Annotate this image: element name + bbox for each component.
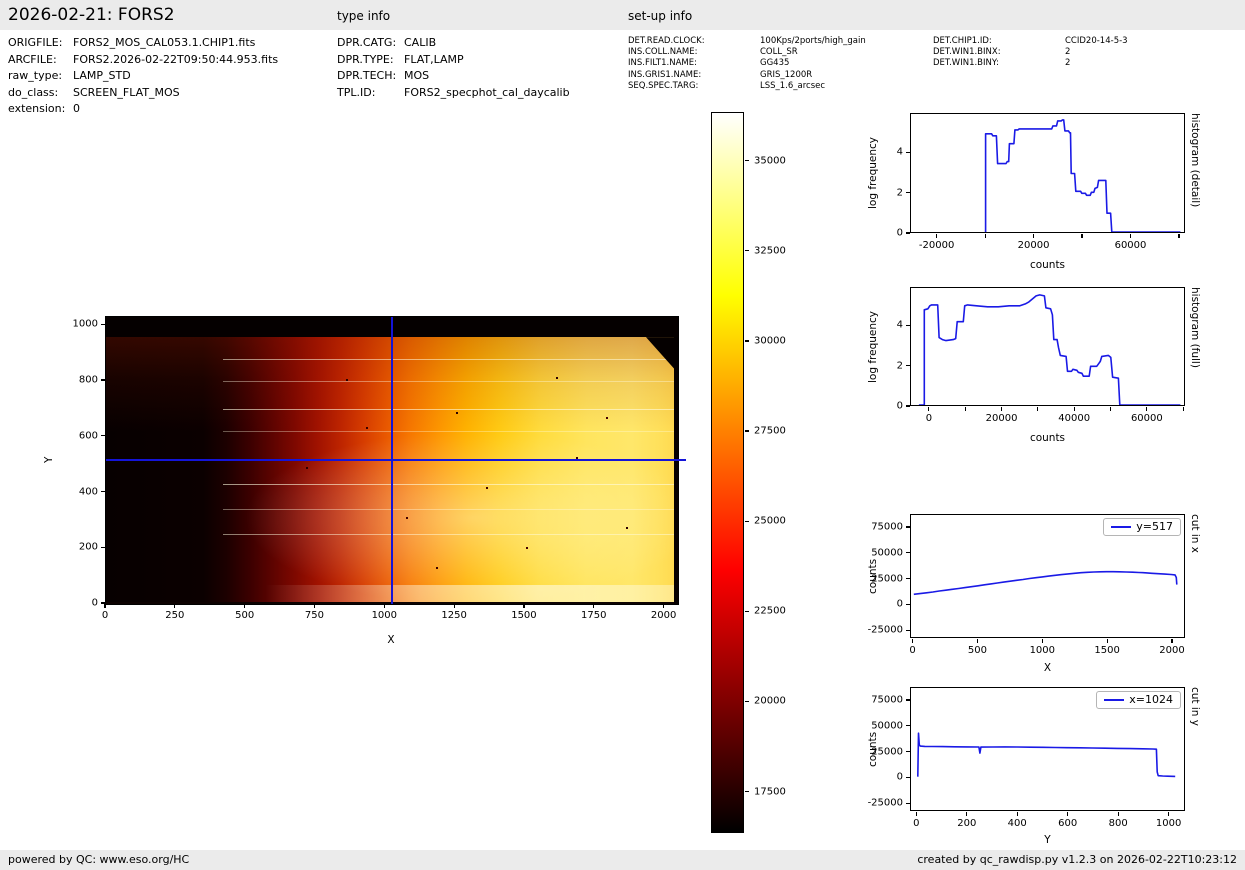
type-info-row: TPL.ID:FORS2_specphot_cal_daycalib bbox=[337, 85, 570, 102]
cut-y-legend: x=1024 bbox=[1096, 691, 1181, 709]
cut-y-y-axis: -250000250005000075000 bbox=[862, 687, 910, 811]
footer-right-text: created by qc_rawdisp.py v1.2.3 on 2026-… bbox=[917, 850, 1237, 870]
cut-x-caption: cut in x bbox=[1189, 514, 1201, 638]
legend-line-swatch bbox=[1104, 699, 1124, 701]
file-info-row: do_class:SCREEN_FLAT_MOS bbox=[8, 85, 278, 102]
setup-info-block-1: DET.READ.CLOCK:100Kps/2ports/high_gain I… bbox=[628, 36, 866, 92]
hist-full-caption: histogram (full) bbox=[1189, 287, 1201, 406]
bottom-bright-band bbox=[209, 585, 678, 602]
colorbar bbox=[711, 112, 744, 833]
file-info-row: ARCFILE:FORS2.2026-02-22T09:50:44.953.fi… bbox=[8, 52, 278, 69]
setup-info-row: DET.WIN1.BINX:2 bbox=[933, 47, 1128, 58]
header-bar bbox=[0, 0, 1245, 30]
file-info-row: extension:0 bbox=[8, 101, 278, 118]
file-info-row: raw_type:LAMP_STD bbox=[8, 68, 278, 85]
colorbar-axis: 3500032500300002750025000225002000017500 bbox=[745, 112, 800, 833]
footer-bar: powered by QC: www.eso.org/HC created by… bbox=[0, 850, 1245, 870]
main-y-axis: 02004006008001000 bbox=[57, 316, 105, 603]
type-info-row: DPR.TYPE:FLAT,LAMP bbox=[337, 52, 570, 69]
crosshair-horizontal-y517 bbox=[106, 459, 686, 461]
hist-full-x-axis: 0200004000060000 bbox=[910, 407, 1185, 427]
histogram-full-plot bbox=[910, 287, 1185, 406]
type-info-heading: type info bbox=[337, 9, 390, 23]
type-info-row: DPR.CATG:CALIB bbox=[337, 35, 570, 52]
main-y-axis-label: Y bbox=[42, 316, 56, 603]
hist-full-x-label: counts bbox=[910, 432, 1185, 444]
legend-line-swatch bbox=[1111, 526, 1131, 528]
cut-y-x-label: Y bbox=[910, 834, 1185, 846]
qc-report-page: { "header": { "title": "2026-02-21: FORS… bbox=[0, 0, 1245, 870]
setup-info-row: INS.FILT1.NAME:GG435 bbox=[628, 58, 866, 69]
setup-info-row: DET.WIN1.BINY:2 bbox=[933, 58, 1128, 69]
setup-info-row: SEQ.SPEC.TARG:LSS_1.6_arcsec bbox=[628, 81, 866, 92]
file-info-block: ORIGFILE:FORS2_MOS_CAL053.1.CHIP1.fits A… bbox=[8, 35, 278, 118]
hist-detail-y-axis: 024 bbox=[862, 113, 910, 233]
setup-info-heading: set-up info bbox=[628, 9, 692, 23]
type-info-row: DPR.TECH:MOS bbox=[337, 68, 570, 85]
main-x-axis: 025050075010001250150017502000 bbox=[105, 604, 677, 626]
setup-info-row: INS.GRIS1.NAME:GRIS_1200R bbox=[628, 70, 866, 81]
hist-detail-caption: histogram (detail) bbox=[1189, 113, 1201, 233]
setup-info-row: DET.CHIP1.ID:CCID20-14-5-3 bbox=[933, 36, 1128, 47]
raw-image-heatmap bbox=[105, 316, 679, 605]
cut-x-legend: y=517 bbox=[1103, 518, 1181, 536]
footer-left-text: powered by QC: www.eso.org/HC bbox=[8, 850, 189, 870]
type-info-block: DPR.CATG:CALIB DPR.TYPE:FLAT,LAMP DPR.TE… bbox=[337, 35, 570, 101]
cut-x-x-axis: 0500100015002000 bbox=[910, 639, 1185, 659]
setup-info-row: INS.COLL.NAME:COLL_SR bbox=[628, 47, 866, 58]
cut-x-y-axis: -250000250005000075000 bbox=[862, 514, 910, 638]
setup-info-block-2: DET.CHIP1.ID:CCID20-14-5-3 DET.WIN1.BINX… bbox=[933, 36, 1128, 70]
hist-detail-x-axis: -200002000060000 bbox=[910, 234, 1185, 254]
page-title: 2026-02-21: FORS2 bbox=[8, 5, 175, 25]
cut-y-x-axis: 02004006008001000 bbox=[910, 812, 1185, 832]
file-info-row: ORIGFILE:FORS2_MOS_CAL053.1.CHIP1.fits bbox=[8, 35, 278, 52]
cut-x-x-label: X bbox=[910, 662, 1185, 674]
hist-full-y-axis: 024 bbox=[862, 287, 910, 406]
cut-y-caption: cut in y bbox=[1189, 687, 1201, 811]
histogram-detail-plot bbox=[910, 113, 1185, 233]
hist-detail-x-label: counts bbox=[910, 259, 1185, 271]
setup-info-row: DET.READ.CLOCK:100Kps/2ports/high_gain bbox=[628, 36, 866, 47]
main-x-axis-label: X bbox=[105, 634, 677, 646]
